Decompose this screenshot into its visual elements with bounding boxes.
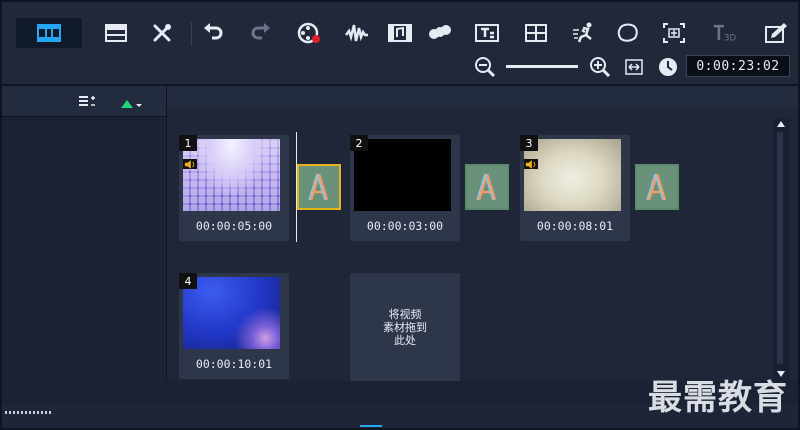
chapter-marker-button[interactable]	[421, 18, 459, 48]
redo-icon	[251, 23, 270, 40]
tools-button[interactable]	[144, 18, 182, 48]
motion-tracking-icon	[573, 22, 592, 43]
motion-tracking-button[interactable]	[565, 18, 603, 48]
list-options-icon	[79, 96, 95, 106]
zoom-out-button[interactable]	[474, 56, 496, 78]
transition-icon	[299, 166, 339, 208]
scrollbar-thumb[interactable]	[777, 132, 783, 364]
library-panel	[2, 86, 167, 381]
tools-icon	[153, 24, 171, 42]
undo-icon	[204, 23, 223, 40]
clip-2-number: 2	[350, 135, 368, 151]
clip-3-thumbnail	[524, 139, 621, 211]
clip-3-number: 3	[520, 135, 538, 151]
timeline-view-button[interactable]	[97, 18, 135, 48]
speaker-icon	[525, 159, 536, 169]
clip-3[interactable]: 3 00:00:08:01	[520, 135, 630, 241]
timeline-view-icon	[105, 24, 127, 42]
clip-2-duration: 00:00:03:00	[366, 219, 444, 233]
clip-1-audio	[183, 159, 197, 169]
transition-icon	[467, 166, 507, 208]
zoom-slider[interactable]	[506, 65, 578, 68]
timecode-display[interactable]: 0:00:23:02	[686, 55, 790, 77]
undo-button[interactable]	[194, 18, 232, 48]
vertical-scrollbar[interactable]	[773, 118, 789, 381]
clip-1-duration: 00:00:05:00	[195, 219, 273, 233]
auto-music-button[interactable]	[381, 18, 419, 48]
clip-1-thumbnail	[183, 139, 280, 211]
list-options-button[interactable]	[78, 94, 96, 108]
clip-4-duration: 00:00:10:01	[195, 357, 273, 371]
clip-1-number: 1	[179, 135, 197, 151]
storyboard-view-button[interactable]	[16, 18, 82, 48]
zoom-in-button[interactable]	[589, 56, 611, 78]
toolbar-separator	[191, 22, 192, 46]
record-capture-button[interactable]	[290, 18, 328, 48]
3d-title-icon: 3D	[713, 24, 736, 44]
clip-4-thumbnail	[183, 277, 280, 349]
sound-mixer-button[interactable]	[338, 18, 376, 48]
bottom-grip[interactable]	[5, 411, 51, 414]
mask-creator-button[interactable]	[609, 18, 647, 48]
transition-3[interactable]	[635, 164, 679, 210]
clip-1[interactable]: 1 00:00:05:00	[179, 135, 289, 241]
svg-text:3D: 3D	[724, 34, 736, 44]
transition-2[interactable]	[465, 164, 509, 210]
title-editor-button[interactable]	[468, 18, 506, 48]
smart-package-icon	[765, 23, 787, 43]
fit-to-window-icon	[625, 59, 643, 75]
clock-icon	[659, 58, 677, 76]
bottom-tab-indicator	[360, 425, 382, 427]
track-add-button[interactable]	[120, 95, 144, 108]
clip-2-thumbnail	[354, 139, 451, 211]
storyboard-view-icon	[37, 24, 61, 42]
drop-zone-label: 将视频 素材拖到 此处	[383, 307, 427, 347]
clock-indicator	[658, 57, 678, 77]
clip-2[interactable]: 2 00:00:03:00	[350, 135, 460, 241]
scroll-up-icon[interactable]	[776, 120, 786, 128]
mask-creator-icon	[617, 23, 638, 42]
title-editor-icon	[475, 24, 499, 42]
storyboard-panel: 1 00:00:05:00 2 00:00:03:00 3 00:00:08:0…	[167, 86, 798, 381]
transition-icon	[637, 166, 677, 208]
transition-1[interactable]	[297, 164, 341, 210]
storyboard-header	[167, 86, 798, 108]
green-triangle-icon	[121, 100, 142, 108]
sound-mixer-icon	[345, 24, 368, 42]
fit-to-window-button[interactable]	[625, 58, 643, 76]
clip-3-duration: 00:00:08:01	[536, 219, 614, 233]
clip-4[interactable]: 4 00:00:10:01	[179, 273, 289, 379]
split-screen-button[interactable]	[655, 18, 693, 48]
record-capture-icon	[297, 22, 320, 44]
clip-4-number: 4	[179, 273, 197, 289]
multi-camera-icon	[525, 24, 547, 42]
storyboard-area: 1 00:00:05:00 2 00:00:03:00 3 00:00:08:0…	[167, 116, 773, 381]
zoom-bar	[2, 54, 798, 80]
watermark: 最需教育	[648, 378, 788, 418]
zoom-in-icon	[590, 57, 611, 78]
zoom-out-icon	[475, 57, 496, 78]
multi-camera-button[interactable]	[517, 18, 555, 48]
chapter-marker-icon	[429, 25, 451, 39]
library-panel-header	[2, 86, 166, 117]
auto-music-icon	[388, 24, 412, 42]
3d-title-button[interactable]: 3D	[705, 18, 743, 48]
drop-zone[interactable]: 将视频 素材拖到 此处	[350, 273, 460, 381]
smart-package-button[interactable]	[757, 18, 795, 48]
clip-3-audio	[524, 159, 538, 169]
speaker-icon	[184, 159, 195, 169]
main-toolbar: 3D 0:00:23:02	[2, 2, 798, 85]
split-screen-icon	[663, 23, 685, 43]
redo-button[interactable]	[242, 18, 280, 48]
